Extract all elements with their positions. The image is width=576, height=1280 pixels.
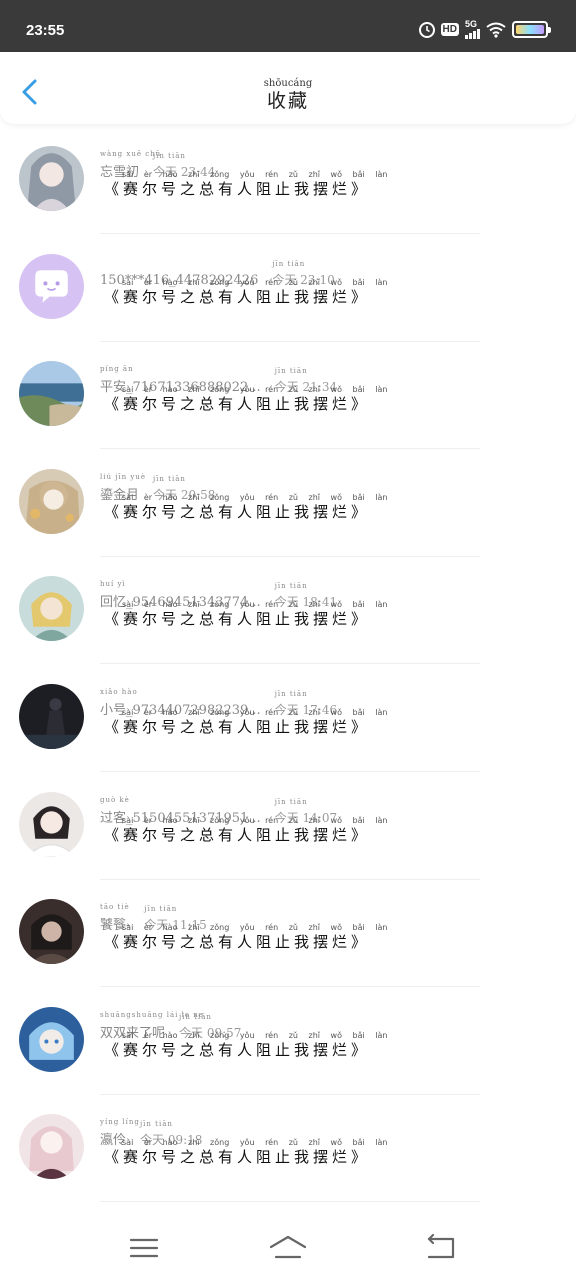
- item-message: 《赛尔号之总有人阻止我摆烂》: [104, 287, 371, 306]
- avatar[interactable]: [19, 253, 84, 319]
- item-name-pinyin: liú jīn yuè: [100, 472, 146, 481]
- item-time-pinyin: jīn tiān: [153, 474, 186, 483]
- item-message: 《赛尔号之总有人阻止我摆烂》: [104, 1148, 371, 1167]
- divider: [100, 1201, 480, 1203]
- favorites-list: wàng xuě chū 忘雪初 jīn tiān 今天 23:44 sài èr …: [0, 134, 576, 1210]
- item-name-pinyin: huí yì: [100, 580, 126, 589]
- avatar[interactable]: [19, 899, 84, 965]
- divider: [100, 878, 480, 880]
- list-item[interactable]: yíng líng 瀛伶 jīn tiān 今天 09:18 sài èr hào …: [0, 1102, 576, 1210]
- item-message: 《赛尔号之总有人阻止我摆烂》: [104, 717, 371, 736]
- list-item[interactable]: liú jīn yuè 鎏金月 jīn tiān 今天 20:58 sài èr h…: [0, 457, 576, 565]
- signal-bars-icon: [465, 29, 480, 39]
- avatar[interactable]: [19, 1114, 84, 1180]
- item-time-pinyin: jīn tiān: [140, 1120, 173, 1129]
- divider: [100, 555, 480, 557]
- divider: [100, 340, 480, 342]
- system-nav-bar: [0, 1216, 576, 1280]
- item-time-pinyin: jīn tiān: [274, 689, 308, 698]
- avatar[interactable]: [19, 791, 84, 857]
- wifi-icon: [486, 22, 506, 38]
- item-name-pinyin: wàng xuě chū: [100, 150, 162, 158]
- alarm-icon: [418, 21, 435, 38]
- item-time-pinyin: jīn tiān: [274, 797, 308, 806]
- item-name-pinyin: tāo tiè: [100, 903, 130, 912]
- list-item[interactable]: xiǎo hào 小号_97344072982239... jīn tiān 今天 …: [0, 672, 576, 780]
- page-title-text: 收藏: [266, 90, 309, 112]
- avatar[interactable]: [19, 361, 84, 427]
- item-message: 《赛尔号之总有人阻止我摆烂》: [104, 395, 371, 414]
- item-time-pinyin: jīn tiān: [179, 1012, 212, 1021]
- item-time-pinyin: jīn tiān: [274, 367, 308, 376]
- home-icon[interactable]: [268, 1230, 308, 1266]
- list-item[interactable]: wàng xuě chū 忘雪初 jīn tiān 今天 23:44 sài èr …: [0, 134, 576, 242]
- item-message: 《赛尔号之总有人阻止我摆烂》: [104, 610, 371, 629]
- item-message: 《赛尔号之总有人阻止我摆烂》: [104, 825, 371, 844]
- list-item[interactable]: shuāngshuāng lái le ne 双双来了呢 jīn tiān 今天 0…: [0, 995, 576, 1103]
- status-icons: HD 5G: [418, 20, 551, 39]
- status-bar: 23:55 HD 5G: [0, 0, 576, 52]
- list-item[interactable]: 150***416_4478292426 jīn tiān 今天 23:10 sà…: [0, 242, 576, 350]
- item-time-pinyin: jīn tiān: [144, 905, 178, 914]
- signal-icon: 5G: [465, 20, 480, 39]
- menu-icon[interactable]: [124, 1230, 164, 1266]
- page-title-pinyin: shōucáng: [263, 78, 313, 89]
- divider: [100, 663, 480, 665]
- list-item[interactable]: píng ān 平安_71671336888022... jīn tiān 今天 2…: [0, 349, 576, 457]
- item-name-pinyin: píng ān: [100, 365, 134, 374]
- item-name-pinyin: guò kè: [100, 795, 130, 804]
- item-message: 《赛尔号之总有人阻止我摆烂》: [104, 502, 371, 521]
- avatar[interactable]: [19, 683, 84, 749]
- list-item[interactable]: huí yì 回忆_95469451343774... jīn tiān 今天 18…: [0, 564, 576, 672]
- battery-icon: [512, 21, 551, 38]
- avatar[interactable]: [19, 468, 84, 534]
- page-title: shōucáng 收藏: [0, 78, 576, 112]
- item-name-pinyin: xiǎo hào: [100, 687, 138, 696]
- avatar[interactable]: [19, 1006, 84, 1072]
- avatar[interactable]: [19, 146, 84, 211]
- status-time: 23:55: [26, 22, 65, 39]
- divider: [100, 986, 480, 988]
- list-item[interactable]: tāo tiè 饕餮- jīn tiān 今天 11:15 sài èr hào z…: [0, 887, 576, 995]
- item-message: 《赛尔号之总有人阻止我摆烂》: [104, 1040, 371, 1059]
- network-label: 5G: [465, 19, 478, 29]
- item-time-pinyin: jīn tiān: [153, 152, 186, 160]
- avatar[interactable]: [19, 576, 84, 642]
- item-time-pinyin: jīn tiān: [272, 259, 306, 268]
- list-item[interactable]: guò kè 过客_51504551371951... jīn tiān 今天 14…: [0, 780, 576, 888]
- hd-icon: HD: [440, 23, 459, 36]
- item-time-pinyin: jīn tiān: [274, 582, 308, 591]
- back-icon[interactable]: [420, 1230, 460, 1266]
- divider: [100, 770, 480, 772]
- divider: [100, 1093, 480, 1095]
- page-header: shōucáng 收藏: [0, 52, 576, 124]
- item-name-pinyin: yíng líng: [100, 1118, 140, 1127]
- item-message: 《赛尔号之总有人阻止我摆烂》: [104, 180, 371, 198]
- divider: [100, 233, 480, 234]
- item-message: 《赛尔号之总有人阻止我摆烂》: [104, 933, 371, 952]
- divider: [100, 448, 480, 450]
